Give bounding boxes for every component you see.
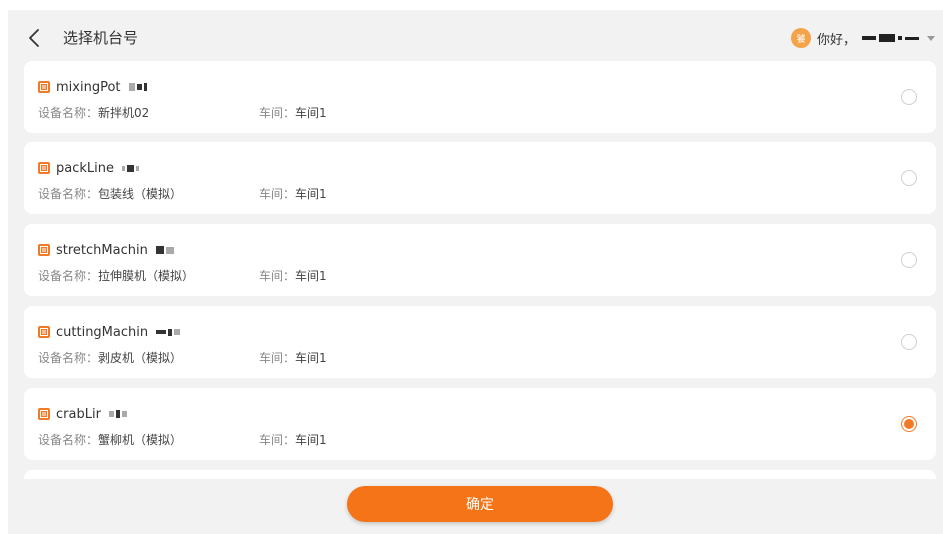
device-code-text: stretchMachin	[56, 242, 148, 258]
device-name: 设备名称：剥皮机（模拟）	[38, 351, 183, 365]
device-name: 设备名称：新拌机02	[38, 106, 150, 120]
redacted-code	[155, 246, 174, 254]
device-code: crabLir	[38, 406, 127, 422]
greeting-text: 你好，	[816, 32, 856, 48]
header: 选择机台号 饕 你好，	[8, 10, 943, 60]
select-radio[interactable]	[901, 252, 917, 268]
device-workshop: 车间：车间1	[259, 351, 327, 365]
caret-down-icon	[927, 35, 935, 41]
select-radio[interactable]	[901, 170, 917, 186]
device-name: 设备名称：拉伸膜机（模拟）	[38, 269, 195, 283]
confirm-button[interactable]: 确定	[347, 486, 613, 522]
select-radio[interactable]	[901, 89, 917, 105]
device-code-text: mixingPot	[56, 79, 121, 95]
device-card-partial[interactable]	[24, 470, 936, 479]
select-radio-checked[interactable]	[901, 416, 917, 432]
device-icon	[38, 81, 50, 93]
device-card[interactable]: stretchMachin 设备名称：拉伸膜机（模拟） 车间：车间1	[24, 224, 936, 296]
device-code: stretchMachin	[38, 242, 174, 258]
device-card[interactable]: packLine 设备名称：包装线（模拟） 车间：车间1	[24, 142, 936, 214]
redacted-code	[122, 164, 139, 172]
chevron-left-icon	[29, 29, 39, 47]
footer: 确定	[8, 479, 943, 534]
device-code-text: cuttingMachin	[56, 324, 149, 340]
device-name: 设备名称：包装线（模拟）	[38, 187, 183, 201]
device-code: packLine	[38, 160, 139, 176]
avatar: 饕	[790, 28, 811, 48]
device-code: mixingPot	[38, 79, 147, 95]
device-workshop: 车间：车间1	[259, 106, 327, 120]
user-menu[interactable]: 饕 你好，	[790, 27, 935, 49]
redacted-code	[156, 328, 181, 336]
device-code: cuttingMachin	[38, 324, 181, 340]
device-list[interactable]: mixingPot 设备名称：新拌机02 车间：车间1 packLine 设备名…	[24, 61, 936, 479]
device-workshop: 车间：车间1	[259, 433, 327, 447]
device-icon	[38, 162, 50, 174]
app-frame: 选择机台号 饕 你好， mixingPot 设备名称：新拌机02 车间：车间1	[8, 10, 943, 534]
select-radio[interactable]	[901, 334, 917, 350]
device-card[interactable]: cuttingMachin 设备名称：剥皮机（模拟） 车间：车间1	[24, 306, 936, 378]
redacted-code	[108, 410, 127, 418]
redacted-username	[862, 32, 919, 44]
device-name: 设备名称：蟹柳机（模拟）	[38, 433, 183, 447]
device-code-text: crabLir	[56, 406, 101, 422]
back-button[interactable]	[26, 27, 42, 49]
device-code-text: packLine	[56, 160, 114, 176]
redacted-code	[128, 83, 147, 91]
device-icon	[38, 244, 50, 256]
device-workshop: 车间：车间1	[259, 187, 327, 201]
device-card[interactable]: crabLir 设备名称：蟹柳机（模拟） 车间：车间1	[24, 388, 936, 460]
device-icon	[38, 326, 50, 338]
device-card[interactable]: mixingPot 设备名称：新拌机02 车间：车间1	[24, 61, 936, 133]
device-icon	[38, 408, 50, 420]
device-workshop: 车间：车间1	[259, 269, 327, 283]
page-title: 选择机台号	[63, 29, 139, 47]
